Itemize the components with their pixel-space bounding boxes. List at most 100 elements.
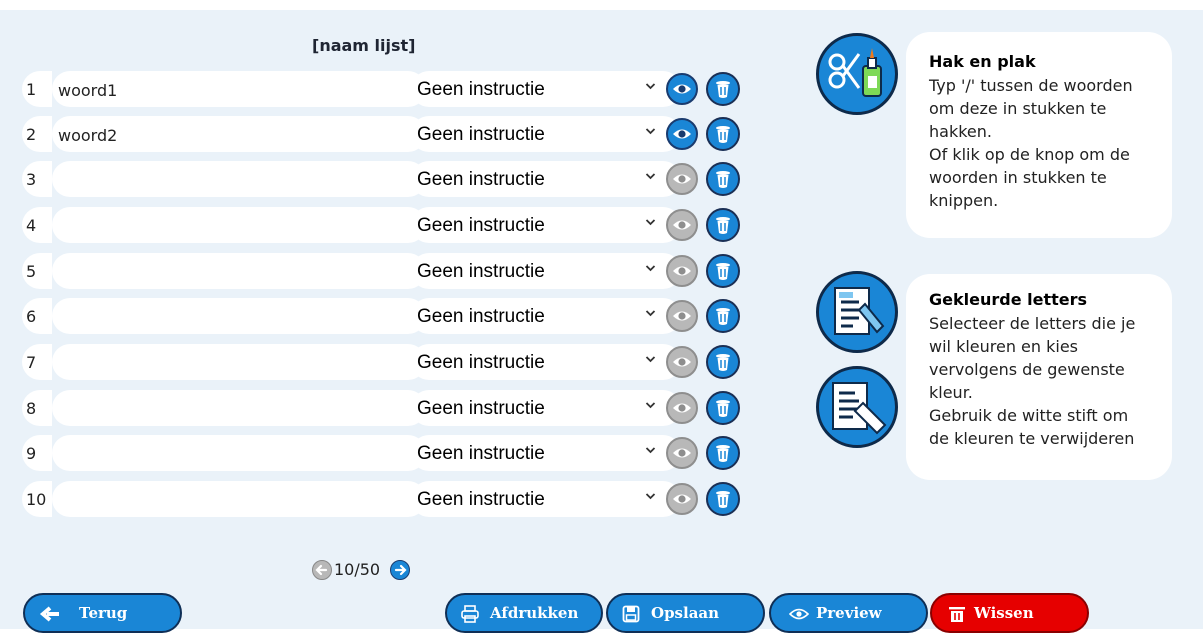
preview-row-button[interactable]	[666, 437, 698, 469]
trash-icon	[716, 491, 730, 508]
word-row: 3 Geen instructie	[22, 161, 752, 197]
chevron-down-icon	[645, 402, 656, 409]
arrow-left-icon	[39, 606, 59, 622]
preview-row-button[interactable]	[666, 300, 698, 332]
scissors-glue-icon[interactable]	[816, 33, 898, 115]
delete-row-button[interactable]	[706, 117, 740, 151]
preview-row-button[interactable]	[666, 346, 698, 378]
word-row: 9 Geen instructie	[22, 435, 752, 471]
trash-icon	[716, 354, 730, 371]
prev-page-button[interactable]	[312, 560, 332, 580]
word-input[interactable]	[52, 207, 426, 243]
delete-row-button[interactable]	[706, 72, 740, 106]
instruction-select[interactable]: Geen instructie	[411, 207, 681, 243]
trash-icon	[716, 445, 730, 462]
word-input[interactable]	[52, 481, 426, 517]
color-marker-icon[interactable]	[816, 271, 898, 353]
delete-row-button[interactable]	[706, 345, 740, 379]
word-row: 5 Geen instructie	[22, 253, 752, 289]
word-input[interactable]	[52, 298, 426, 334]
gekleurde-letters-text: Selecteer de letters die je wil kleuren …	[929, 314, 1136, 448]
delete-row-button[interactable]	[706, 482, 740, 516]
eye-icon	[673, 357, 691, 367]
pager: 10/50	[312, 558, 422, 582]
preview-row-button[interactable]	[666, 483, 698, 515]
printer-icon	[461, 605, 479, 623]
instruction-select[interactable]: Geen instructie	[411, 253, 681, 289]
instruction-select[interactable]: Geen instructie	[411, 344, 681, 380]
word-input[interactable]	[52, 71, 426, 107]
back-button[interactable]: Terug	[23, 593, 182, 633]
instruction-value: Geen instructie	[417, 443, 545, 464]
row-number: 4	[22, 207, 52, 243]
chevron-down-icon	[645, 493, 656, 500]
clear-button[interactable]: Wissen	[930, 593, 1089, 633]
word-input[interactable]	[52, 435, 426, 471]
chevron-down-icon	[645, 265, 656, 272]
instruction-value: Geen instructie	[417, 398, 545, 419]
word-input[interactable]	[52, 390, 426, 426]
preview-button[interactable]: Preview	[769, 593, 928, 633]
row-number: 2	[22, 116, 52, 152]
instruction-select[interactable]: Geen instructie	[411, 116, 681, 152]
preview-row-button[interactable]	[666, 255, 698, 287]
eye-icon	[789, 608, 809, 620]
preview-row-button[interactable]	[666, 163, 698, 195]
eye-icon	[673, 494, 691, 504]
instruction-value: Geen instructie	[417, 261, 545, 282]
preview-row-button[interactable]	[666, 118, 698, 150]
row-number: 6	[22, 298, 52, 334]
instruction-value: Geen instructie	[417, 79, 545, 100]
arrow-left-icon	[315, 564, 328, 576]
instruction-value: Geen instructie	[417, 352, 545, 373]
instruction-select[interactable]: Geen instructie	[411, 161, 681, 197]
word-row: 10 Geen instructie	[22, 481, 752, 517]
trash-icon	[949, 607, 965, 622]
instruction-select[interactable]: Geen instructie	[411, 71, 681, 107]
delete-row-button[interactable]	[706, 299, 740, 333]
preview-row-button[interactable]	[666, 392, 698, 424]
hak-en-plak-text: Typ '/' tussen de woorden om deze in stu…	[929, 76, 1133, 210]
instruction-select[interactable]: Geen instructie	[411, 390, 681, 426]
trash-icon	[716, 171, 730, 188]
word-input[interactable]	[52, 161, 426, 197]
delete-row-button[interactable]	[706, 208, 740, 242]
next-page-button[interactable]	[390, 560, 410, 580]
eye-icon	[673, 220, 691, 230]
word-input[interactable]	[52, 253, 426, 289]
preview-row-button[interactable]	[666, 209, 698, 241]
row-number: 3	[22, 161, 52, 197]
delete-row-button[interactable]	[706, 436, 740, 470]
floppy-disk-icon	[622, 605, 640, 623]
instruction-value: Geen instructie	[417, 124, 545, 145]
eye-icon	[673, 448, 691, 458]
trash-icon	[716, 126, 730, 143]
print-button[interactable]: Afdrukken	[445, 593, 603, 633]
word-row: 4 Geen instructie	[22, 207, 752, 243]
delete-row-button[interactable]	[706, 391, 740, 425]
word-row: 1 Geen instructie	[22, 71, 752, 107]
instruction-value: Geen instructie	[417, 489, 545, 510]
chevron-down-icon	[645, 310, 656, 317]
word-input[interactable]	[52, 116, 426, 152]
row-number: 9	[22, 435, 52, 471]
instruction-select[interactable]: Geen instructie	[411, 435, 681, 471]
list-title: [naam lijst]	[312, 36, 416, 55]
preview-row-button[interactable]	[666, 73, 698, 105]
chevron-down-icon	[645, 219, 656, 226]
word-row: 8 Geen instructie	[22, 390, 752, 426]
trash-icon	[716, 217, 730, 234]
delete-row-button[interactable]	[706, 254, 740, 288]
row-number: 7	[22, 344, 52, 380]
word-input[interactable]	[52, 344, 426, 380]
gekleurde-letters-heading: Gekleurde letters	[929, 290, 1088, 309]
delete-row-button[interactable]	[706, 162, 740, 196]
eye-icon	[673, 311, 691, 321]
white-marker-icon[interactable]	[816, 366, 898, 448]
eye-icon	[673, 266, 691, 276]
save-button[interactable]: Opslaan	[606, 593, 765, 633]
instruction-select[interactable]: Geen instructie	[411, 481, 681, 517]
instruction-select[interactable]: Geen instructie	[411, 298, 681, 334]
instruction-value: Geen instructie	[417, 306, 545, 327]
instruction-value: Geen instructie	[417, 215, 545, 236]
